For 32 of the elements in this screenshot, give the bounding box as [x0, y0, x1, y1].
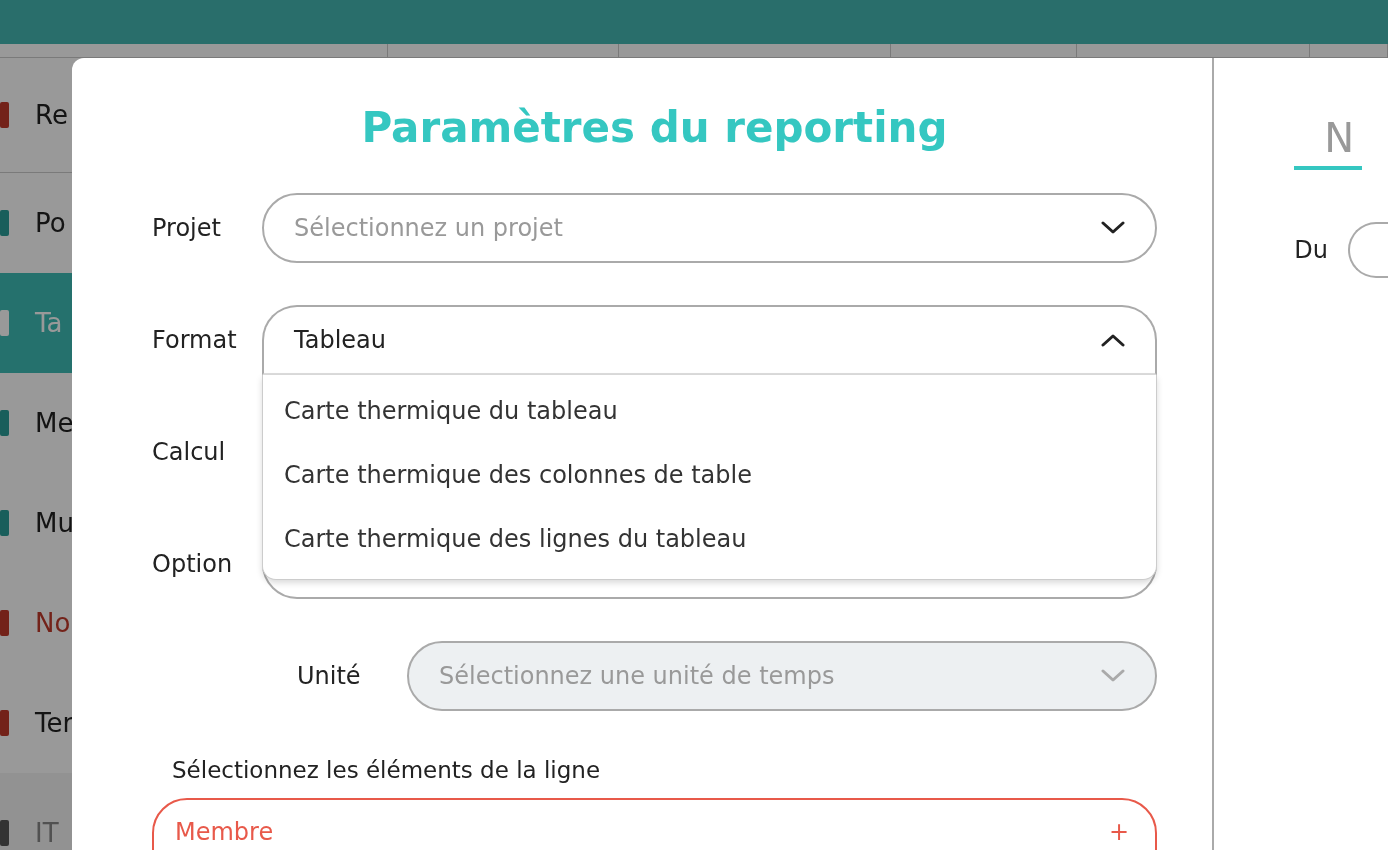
section-label: Sélectionnez les éléments de la ligne — [172, 756, 602, 785]
chevron-down-icon — [1101, 221, 1125, 235]
select-field: Sélectionnez une unité de temps — [407, 641, 1157, 711]
dropdown-option[interactable]: Carte thermique des colonnes de table — [263, 443, 1156, 507]
menu-icon — [0, 410, 9, 436]
menu-icon — [0, 610, 9, 636]
menu-icon — [0, 510, 9, 536]
chevron-down-icon — [1101, 669, 1125, 683]
sidebar-item[interactable]: Ter — [0, 673, 72, 773]
field-label: Unité — [297, 661, 362, 692]
select-field[interactable]: Tableau — [262, 305, 1157, 375]
field-label: Format — [152, 325, 238, 356]
sidebar-item[interactable]: Me — [0, 373, 72, 473]
menu-icon — [0, 102, 9, 128]
dropdown-option[interactable]: Carte thermique du tableau — [263, 379, 1156, 443]
date-field[interactable] — [1348, 222, 1388, 278]
dropdown-option[interactable]: Carte thermique des lignes du tableau — [263, 507, 1156, 571]
membre-field[interactable]: Membre + — [152, 797, 1157, 850]
add-button[interactable]: + — [1108, 813, 1129, 850]
menu-icon — [0, 710, 9, 736]
menu-icon — [0, 820, 9, 846]
chevron-up-icon — [1101, 333, 1125, 347]
sidebar-item[interactable]: Po — [0, 173, 72, 273]
sidebar-item[interactable]: Mu — [0, 473, 72, 573]
field-label: Du — [1294, 235, 1328, 266]
menu-icon — [0, 210, 9, 236]
field-label: Calcul — [152, 437, 227, 468]
dialog-title: Paramètres du reporting — [360, 102, 949, 154]
sidebar-item[interactable]: No — [0, 573, 72, 673]
field-label: Option — [152, 549, 234, 580]
menu-icon — [0, 310, 9, 336]
field-label: Projet — [152, 213, 222, 244]
